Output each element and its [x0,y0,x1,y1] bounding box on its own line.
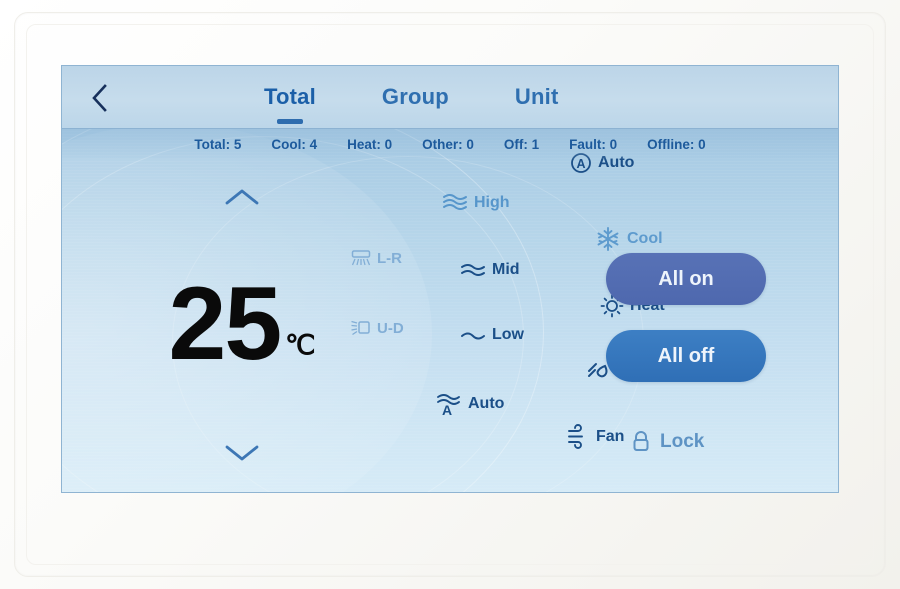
all-off-button[interactable]: All off [606,330,766,382]
fan-speed-low-label: Low [492,326,524,343]
swing-control-group: L-R U-D [350,248,460,338]
swing-left-right-icon [350,248,372,268]
fan-speed-mid-label: Mid [492,261,520,278]
status-other: Other: 0 [422,136,474,152]
chevron-down-icon [224,443,260,463]
hvac-controller-device: Total Group Unit Total: 5 Cool: 4 Heat: … [0,0,900,589]
status-total: Total: 5 [194,136,242,152]
lcd-screen: Total Group Unit Total: 5 Cool: 4 Heat: … [62,66,838,492]
fan-mid-icon [460,260,486,280]
temperature-up-button[interactable] [212,180,272,214]
all-on-button[interactable]: All on [606,253,766,305]
status-fault: Fault: 0 [569,136,618,152]
status-cool: Cool: 4 [271,136,318,152]
temperature-unit: ℃ [285,329,316,360]
temperature-readout: 25 ℃ [168,266,316,383]
temperature-down-button[interactable] [212,436,272,470]
action-group: All on All off Lock [600,158,810,492]
tab-total-label: Total [264,84,316,109]
header-bar: Total Group Unit [62,66,838,129]
fan-auto-icon: A [436,392,462,418]
fan-low-icon [460,326,486,344]
status-offline: Offline: 0 [647,136,706,152]
svg-text:A: A [576,157,585,171]
svg-text:A: A [442,402,452,418]
fan-high-icon [442,192,468,214]
fan-speed-high-label: High [474,194,510,211]
status-off: Off: 1 [503,136,540,152]
fan-speed-low-button[interactable]: Low [460,326,524,344]
tab-group-label: Group [381,84,449,109]
tab-group[interactable]: Group [380,66,451,128]
active-tab-indicator [276,119,303,124]
swing-left-right-button[interactable]: L-R [350,248,460,268]
padlock-icon [630,430,652,454]
main-control-area: 25 ℃ L-R U-D High Mid Low A Auto A Auto … [62,153,838,492]
chevron-up-icon [224,187,260,207]
fan-speed-high-button[interactable]: High [442,192,510,214]
tab-bar: Total Group Unit [262,66,561,128]
back-button[interactable] [78,76,122,120]
swing-left-right-label: L-R [377,249,402,267]
temperature-value: 25 [168,266,282,383]
swing-up-down-label: U-D [377,319,404,337]
tab-unit-label: Unit [514,84,559,109]
swing-up-down-button[interactable]: U-D [350,318,460,338]
swing-up-down-icon [350,318,372,338]
lock-button[interactable]: Lock [630,430,704,454]
fan-speed-auto-button[interactable]: A Auto [436,392,505,418]
tab-unit[interactable]: Unit [513,66,561,128]
lock-label: Lock [660,431,705,452]
fan-speed-mid-button[interactable]: Mid [460,260,520,280]
status-summary-bar: Total: 5 Cool: 4 Heat: 0 Other: 0 Off: 1… [62,129,838,159]
temperature-control: 25 ℃ [137,180,347,470]
tab-total[interactable]: Total [262,66,318,128]
fan-speed-auto-label: Auto [468,395,505,412]
status-heat: Heat: 0 [347,136,393,152]
wind-icon [566,424,590,449]
chevron-left-icon [90,83,110,113]
